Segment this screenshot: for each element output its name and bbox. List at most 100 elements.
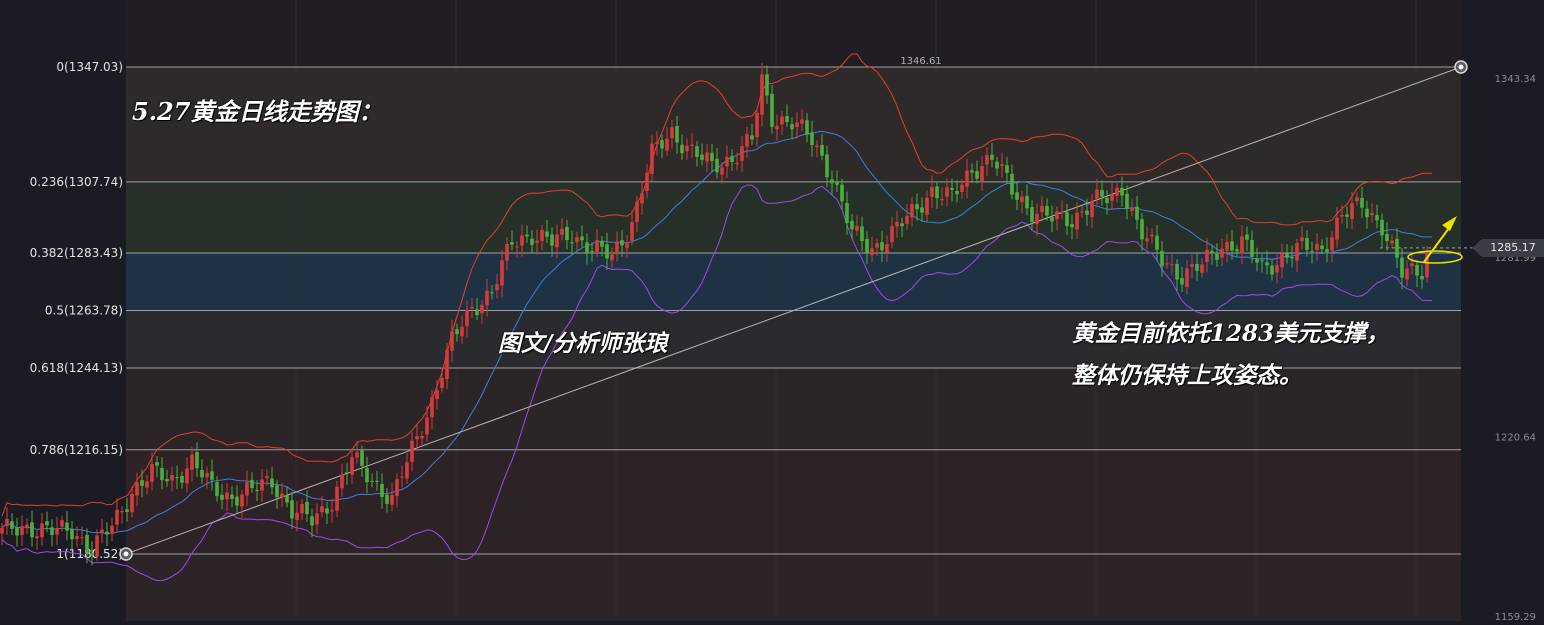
candle-body [990, 154, 994, 160]
candle-body [150, 464, 154, 482]
candle-body [1110, 194, 1114, 201]
candle-body [220, 494, 224, 500]
candle-body [970, 170, 974, 173]
candle-body [415, 436, 419, 440]
candle-body [830, 179, 834, 184]
candle-body [360, 450, 364, 466]
candle-body [755, 112, 759, 138]
candle-body [635, 201, 639, 222]
candle-body [810, 132, 814, 145]
candle-body [1240, 236, 1244, 254]
candle-body [505, 244, 509, 261]
candle-body [1140, 219, 1144, 240]
candle-body [185, 468, 189, 484]
candle-body [80, 537, 84, 539]
candle-body [620, 240, 624, 246]
candle-body [1380, 219, 1384, 236]
candle-body [555, 234, 559, 248]
right-axis-tick: 1343.34 [1495, 74, 1536, 85]
candle-body [995, 161, 999, 169]
candle-body [825, 154, 829, 178]
candle-body [1285, 252, 1289, 258]
candle-body [35, 536, 39, 539]
candle-body [820, 144, 824, 156]
candle-body [70, 528, 74, 540]
candle-body [1000, 164, 1004, 167]
candle-body [910, 203, 914, 218]
candle-body [905, 215, 909, 224]
candle-body [120, 511, 124, 513]
candle-body [465, 309, 469, 327]
candle-body [340, 474, 344, 489]
candle-body [265, 476, 269, 479]
candle-body [1055, 211, 1059, 220]
candle-body [55, 528, 59, 535]
band-top [126, 0, 1461, 67]
candle-body [1350, 203, 1354, 219]
candle-body [200, 469, 204, 478]
candle-body [195, 452, 199, 469]
candle-body [715, 158, 719, 173]
candle-body [690, 144, 694, 146]
candle-body [740, 146, 744, 161]
candle-body [435, 390, 439, 400]
candle-body [1125, 193, 1129, 209]
candle-body [850, 220, 854, 230]
candle-body [540, 230, 544, 242]
candle-body [940, 198, 944, 201]
fib-anchor-top-dot [1458, 64, 1464, 70]
candle-body [675, 126, 679, 143]
candle-body [1320, 245, 1324, 250]
candle-body [1375, 215, 1379, 221]
fib-level-label: 0.618(1244.13) [30, 361, 123, 375]
candle-body [125, 509, 129, 512]
candle-body [295, 512, 299, 520]
candle-body [955, 191, 959, 195]
candle-body [550, 234, 554, 246]
candle-body [870, 248, 874, 256]
fib-anchor-bottom-dot [123, 551, 129, 557]
candle-body [300, 503, 304, 514]
candle-body [15, 527, 19, 536]
candle-body [880, 242, 884, 251]
candle-body [1165, 263, 1169, 265]
candle-body [445, 349, 449, 380]
candle-body [800, 119, 804, 124]
candle-body [305, 501, 309, 515]
candle-body [385, 494, 389, 504]
candle-body [1330, 237, 1334, 251]
candle-body [105, 531, 109, 535]
candle-body [1265, 262, 1269, 266]
fib-level-label: 0.382(1283.43) [30, 246, 123, 260]
candle-body [1305, 238, 1309, 250]
candle-body [65, 522, 69, 531]
candle-body [310, 516, 314, 526]
candle-body [860, 226, 864, 242]
candle-body [85, 534, 89, 552]
candle-body [1010, 173, 1014, 195]
candle-body [355, 452, 359, 458]
candle-body [1025, 196, 1029, 209]
candle-body [525, 234, 529, 237]
candle-body [395, 479, 399, 497]
candle-body [255, 490, 259, 492]
candle-body [950, 187, 954, 190]
candle-body [1030, 207, 1034, 222]
candle-body [1275, 265, 1279, 273]
candle-body [215, 482, 219, 497]
candle-body [90, 553, 94, 556]
candle-body [1390, 240, 1394, 244]
candle-body [490, 292, 494, 294]
candle-body [1075, 212, 1079, 230]
candle-body [440, 377, 444, 388]
candle-body [345, 472, 349, 474]
candle-body [1115, 187, 1119, 196]
candle-body [1235, 249, 1239, 252]
band-bottom [126, 554, 1461, 621]
candle-body [45, 521, 49, 526]
candle-body [1360, 198, 1364, 208]
candle-body [855, 225, 859, 231]
candle-body [280, 493, 284, 498]
candle-body [1035, 213, 1039, 225]
candle-body [1335, 217, 1339, 240]
